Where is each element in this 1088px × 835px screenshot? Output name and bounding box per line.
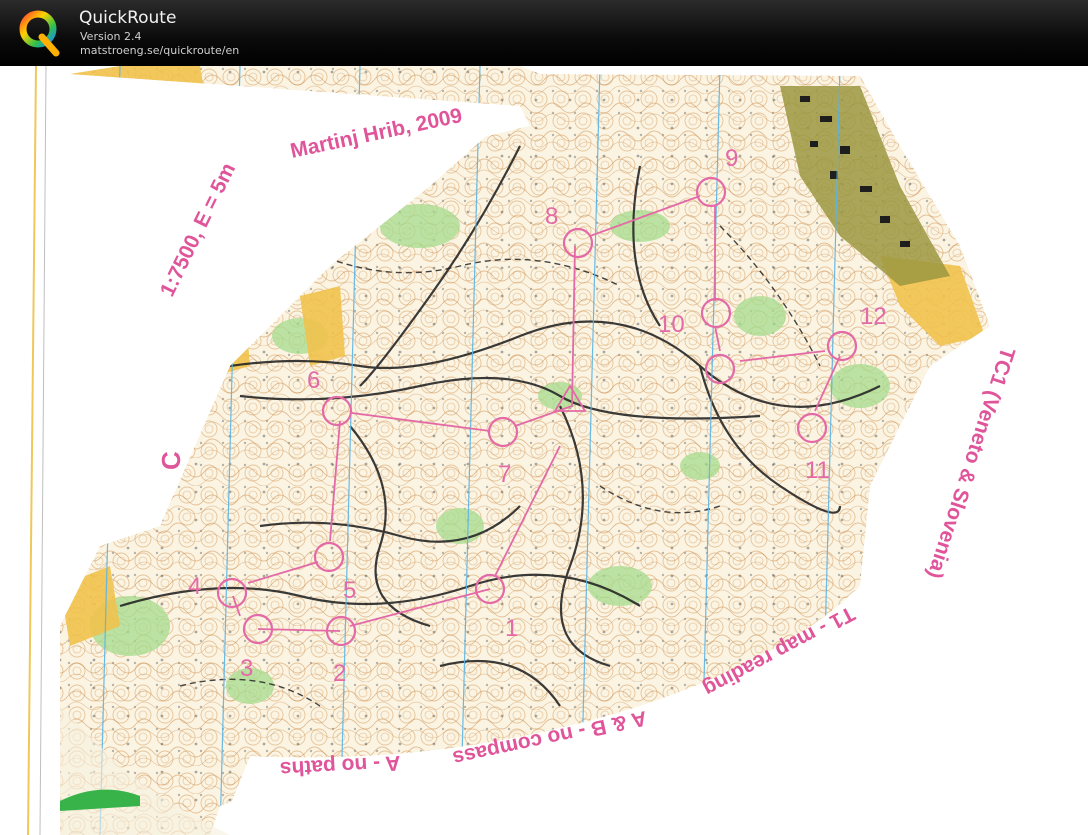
control-number-5: 5 bbox=[343, 577, 356, 604]
orienteering-map-view[interactable]: 1 2 3 4 5 6 7 8 9 10 11 12 Martinj Hrib,… bbox=[0, 66, 1088, 835]
control-number-11: 11 bbox=[805, 457, 830, 484]
app-title-bar: QuickRoute Version 2.4 matstroeng.se/qui… bbox=[0, 0, 1088, 66]
course-letter-label: C bbox=[156, 451, 186, 470]
app-name: QuickRoute bbox=[79, 8, 177, 28]
quickroute-logo-icon bbox=[19, 10, 60, 57]
control-number-8: 8 bbox=[545, 203, 558, 230]
app-url[interactable]: matstroeng.se/quickroute/en bbox=[80, 44, 239, 57]
control-number-12: 12 bbox=[860, 303, 887, 330]
map-border-line bbox=[27, 66, 37, 835]
control-number-10: 10 bbox=[658, 311, 685, 338]
control-number-9: 9 bbox=[725, 145, 738, 172]
map-border-line bbox=[39, 66, 47, 835]
control-number-1: 1 bbox=[505, 615, 518, 642]
control-number-2: 2 bbox=[333, 660, 346, 687]
control-number-7: 7 bbox=[498, 461, 511, 488]
orienteering-map[interactable]: 1 2 3 4 5 6 7 8 9 10 11 12 Martinj Hrib,… bbox=[0, 66, 1088, 835]
app-version: Version 2.4 bbox=[80, 30, 142, 43]
control-number-3: 3 bbox=[240, 655, 253, 682]
control-number-6: 6 bbox=[307, 367, 320, 394]
control-number-4: 4 bbox=[188, 573, 201, 600]
